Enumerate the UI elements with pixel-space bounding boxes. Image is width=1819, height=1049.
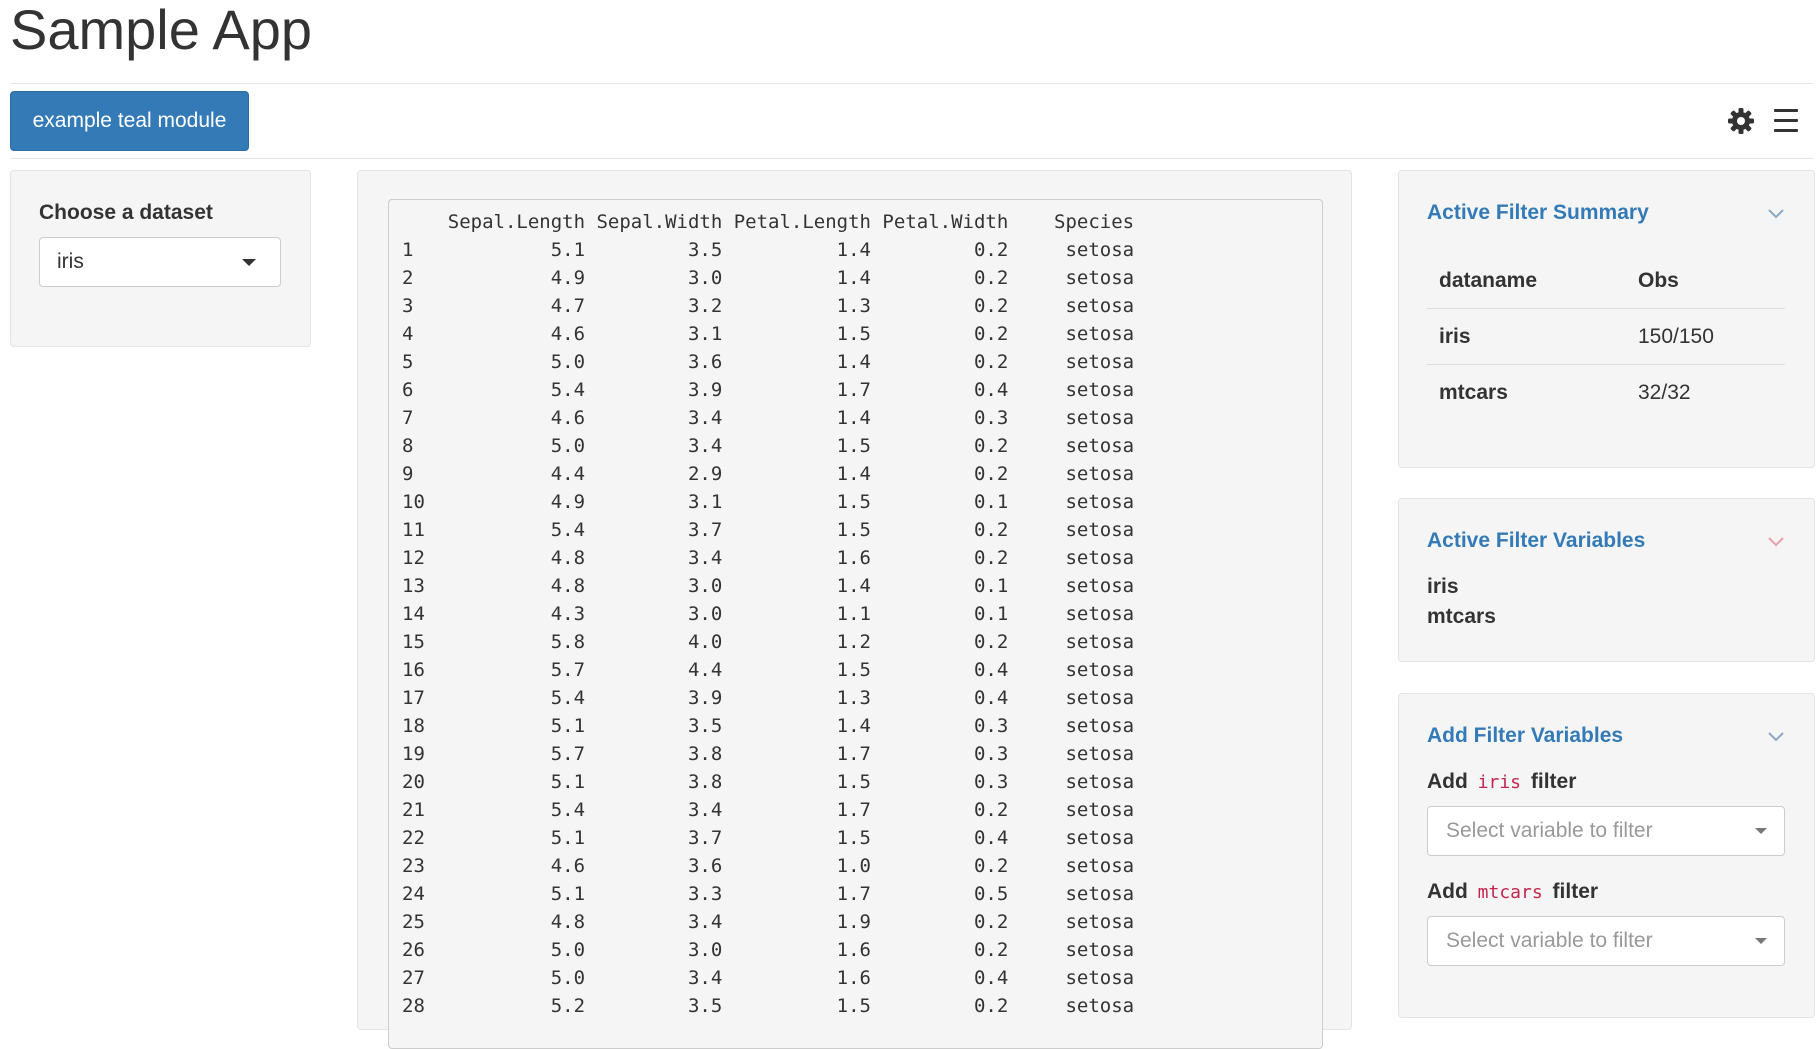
table-row: 12 4.8 3.4 1.6 0.2 setosa <box>402 547 1135 569</box>
filter-summary-table: dataname Obs iris 150/150 mtcars 32/32 <box>1427 253 1785 420</box>
mtcars-filter-placeholder: Select variable to filter <box>1446 929 1653 952</box>
table-row: iris 150/150 <box>1427 308 1785 365</box>
active-filter-variables-panel: Active Filter Variables iris mtcars <box>1398 498 1815 662</box>
table-row: 26 5.0 3.0 1.6 0.2 setosa <box>402 939 1135 961</box>
caret-down-icon <box>1755 828 1767 834</box>
dataset-code-mtcars: mtcars <box>1477 882 1543 903</box>
add-filter-variables-panel: Add Filter Variables Add iris filter Sel… <box>1398 693 1815 1018</box>
table-row: 5 5.0 3.6 1.4 0.2 setosa <box>402 351 1135 373</box>
table-row: mtcars 32/32 <box>1427 365 1785 421</box>
table-row: 23 4.6 3.6 1.0 0.2 setosa <box>402 855 1135 877</box>
summary-header-obs: Obs <box>1626 253 1785 309</box>
add-filter-variables-title[interactable]: Add Filter Variables <box>1427 724 1623 748</box>
caret-down-icon <box>242 259 256 266</box>
dataset-code-iris: iris <box>1477 772 1522 793</box>
iris-filter-select[interactable]: Select variable to filter <box>1427 806 1785 856</box>
summary-header-dataname: dataname <box>1427 253 1626 309</box>
table-row: 18 5.1 3.5 1.4 0.3 setosa <box>402 715 1135 737</box>
table-row: 27 5.0 3.4 1.6 0.4 setosa <box>402 967 1135 989</box>
gear-icon[interactable] <box>1727 107 1755 135</box>
filter-summary-panel: Active Filter Summary dataname Obs iris … <box>1398 170 1815 468</box>
table-row: 19 5.7 3.8 1.7 0.3 setosa <box>402 743 1135 765</box>
navbar-divider <box>10 158 1813 159</box>
dataset-select-value: iris <box>57 250 84 273</box>
table-row: 15 5.8 4.0 1.2 0.2 setosa <box>402 631 1135 653</box>
add-iris-filter-label: Add iris filter <box>1427 770 1577 793</box>
iris-filter-placeholder: Select variable to filter <box>1446 819 1653 842</box>
table-header-row: Sepal.Length Sepal.Width Petal.Length Pe… <box>402 211 1135 233</box>
table-row: 7 4.6 3.4 1.4 0.3 setosa <box>402 407 1135 429</box>
summary-cell-name: iris <box>1427 308 1626 365</box>
chevron-down-icon[interactable] <box>1768 537 1784 547</box>
dataset-label: Choose a dataset <box>39 201 213 224</box>
table-row: 21 5.4 3.4 1.7 0.2 setosa <box>402 799 1135 821</box>
table-row: 8 5.0 3.4 1.5 0.2 setosa <box>402 435 1135 457</box>
hamburger-menu-icon[interactable] <box>1774 109 1798 132</box>
table-row: 2 4.9 3.0 1.4 0.2 setosa <box>402 267 1135 289</box>
table-row: 9 4.4 2.9 1.4 0.2 setosa <box>402 463 1135 485</box>
summary-cell-name: mtcars <box>1439 380 1508 404</box>
table-row: 17 5.4 3.9 1.3 0.4 setosa <box>402 687 1135 709</box>
table-row: 11 5.4 3.7 1.5 0.2 setosa <box>402 519 1135 541</box>
active-filter-dataset-mtcars: mtcars <box>1427 605 1496 628</box>
table-row: 14 4.3 3.0 1.1 0.1 setosa <box>402 603 1135 625</box>
add-mtcars-filter-label: Add mtcars filter <box>1427 880 1599 903</box>
summary-cell-obs: 32/32 <box>1638 380 1691 404</box>
table-row: 20 5.1 3.8 1.5 0.3 setosa <box>402 771 1135 793</box>
caret-down-icon <box>1755 938 1767 944</box>
table-row: 1 5.1 3.5 1.4 0.2 setosa <box>402 239 1135 261</box>
table-row: 22 5.1 3.7 1.5 0.4 setosa <box>402 827 1135 849</box>
table-row: 10 4.9 3.1 1.5 0.1 setosa <box>402 491 1135 513</box>
title-divider <box>10 83 1813 84</box>
table-row: 28 5.2 3.5 1.5 0.2 setosa <box>402 995 1135 1017</box>
encoding-panel: Choose a dataset iris <box>10 170 311 347</box>
active-filter-variables-title[interactable]: Active Filter Variables <box>1427 529 1645 553</box>
table-row: 6 5.4 3.9 1.7 0.4 setosa <box>402 379 1135 401</box>
table-row: 3 4.7 3.2 1.3 0.2 setosa <box>402 295 1135 317</box>
table-row: 24 5.1 3.3 1.7 0.5 setosa <box>402 883 1135 905</box>
mtcars-filter-select[interactable]: Select variable to filter <box>1427 916 1785 966</box>
table-row: 16 5.7 4.4 1.5 0.4 setosa <box>402 659 1135 681</box>
tab-example-teal-module[interactable]: example teal module <box>10 91 249 151</box>
summary-cell-obs: 150/150 <box>1626 308 1785 365</box>
table-output: Sepal.Length Sepal.Width Petal.Length Pe… <box>388 199 1323 1049</box>
chevron-down-icon[interactable] <box>1768 209 1784 219</box>
output-panel: Sepal.Length Sepal.Width Petal.Length Pe… <box>357 170 1352 1049</box>
chevron-down-icon[interactable] <box>1768 732 1784 742</box>
filter-summary-title[interactable]: Active Filter Summary <box>1427 201 1649 225</box>
active-filter-dataset-iris: iris <box>1427 575 1459 598</box>
table-row: 4 4.6 3.1 1.5 0.2 setosa <box>402 323 1135 345</box>
table-row: 25 4.8 3.4 1.9 0.2 setosa <box>402 911 1135 933</box>
dataset-select[interactable]: iris <box>39 237 281 287</box>
table-row: 13 4.8 3.0 1.4 0.1 setosa <box>402 575 1135 597</box>
app-title: Sample App <box>10 0 312 61</box>
